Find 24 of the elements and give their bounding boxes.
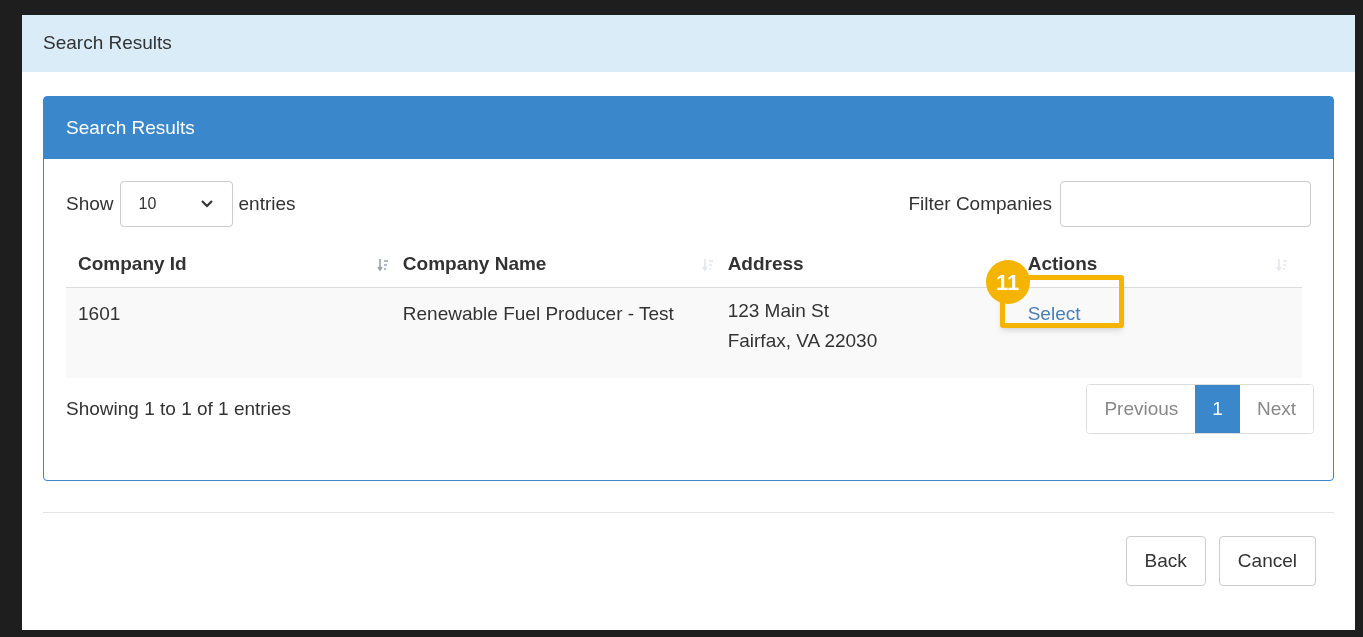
show-label: Show xyxy=(66,191,114,216)
filter-label: Filter Companies xyxy=(908,191,1052,216)
table-cell: Renewable Fuel Producer - Test xyxy=(402,303,674,324)
filter-field[interactable] xyxy=(1060,181,1311,227)
entries-select[interactable]: 10 xyxy=(119,181,233,227)
address-line: 123 Main St xyxy=(727,299,831,323)
column-header[interactable]: Actions xyxy=(1027,250,1098,279)
entries-label: entries xyxy=(238,191,296,216)
address-line: Fairfax, VA 22030 xyxy=(727,329,879,353)
panel-title: Search Results xyxy=(66,115,195,140)
select-link[interactable]: Select xyxy=(1027,303,1081,324)
sort-icon[interactable] xyxy=(701,256,714,273)
chevron-down-icon xyxy=(199,199,214,209)
dialog-button[interactable]: Back xyxy=(1125,536,1206,586)
column-header[interactable]: Company Id xyxy=(78,250,187,279)
sort-icon[interactable] xyxy=(1276,256,1288,273)
table-cell: 1601 xyxy=(78,303,121,324)
column-header[interactable]: Address xyxy=(727,250,804,279)
sort-icon[interactable] xyxy=(376,256,389,273)
entries-info: Showing 1 to 1 of 1 entries xyxy=(66,396,291,421)
column-header[interactable]: Company Name xyxy=(402,250,547,279)
dialog-button[interactable]: Cancel xyxy=(1218,536,1316,586)
page-button[interactable]: 1 xyxy=(1195,385,1240,433)
dialog-title: Search Results xyxy=(43,31,172,56)
